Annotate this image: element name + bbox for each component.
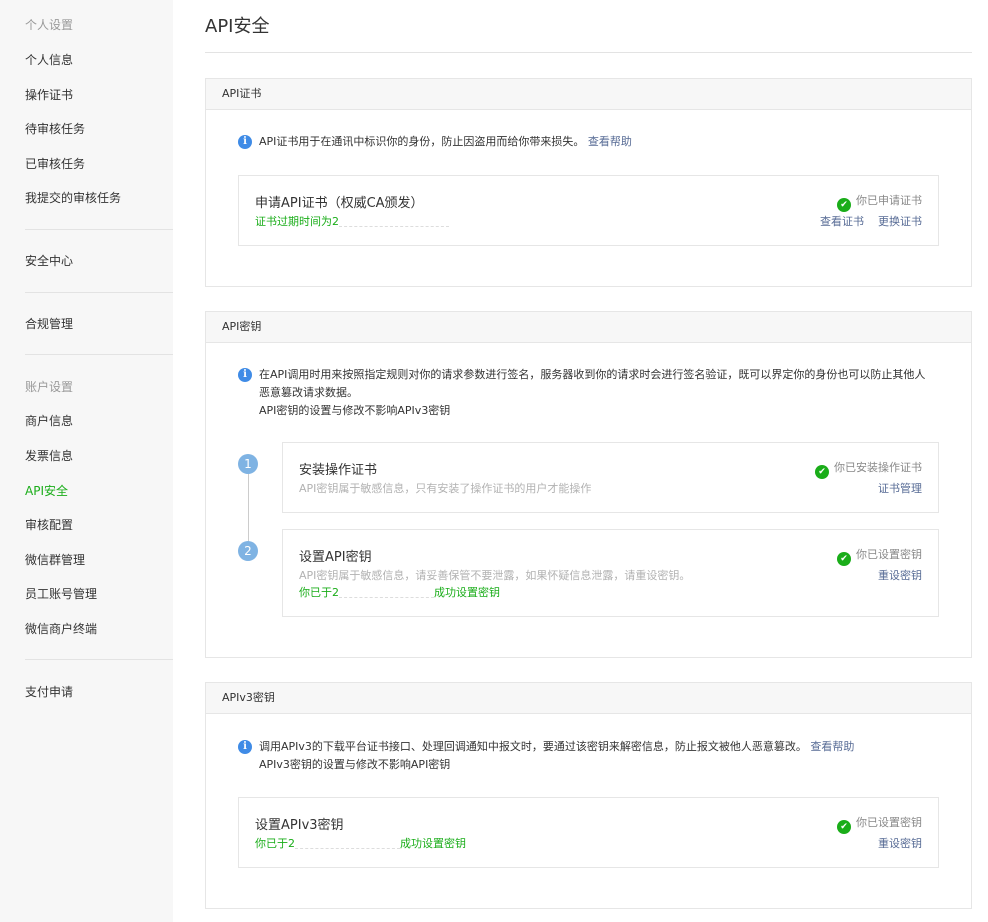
panel-title: APIv3密钥 (206, 683, 971, 714)
sidebar-item-review-config[interactable]: 审核配置 (25, 516, 73, 533)
v3-done-prefix: 你已于2 (255, 837, 295, 850)
sidebar-item-wechat-group[interactable]: 微信群管理 (25, 551, 85, 568)
cert-info: i API证书用于在通讯中标识你的身份，防止因盗用而给你带来损失。 查看帮助 (238, 133, 632, 151)
cert-links: 查看证书 更换证书 (806, 213, 922, 229)
sidebar-item-security-center[interactable]: 安全中心 (25, 252, 73, 269)
cert-card: 申请API证书（权威CA颁发） 证书过期时间为2 ✔ 你已申请证书 查看证书 更换证… (238, 175, 939, 246)
cert-info-text: API证书用于在通讯中标识你的身份，防止因盗用而给你带来损失。 (259, 135, 585, 148)
v3-reset-key-link[interactable]: 重设密钥 (878, 837, 922, 850)
step1-status: ✔ 你已安装操作证书 (815, 459, 922, 479)
panel-title: API密钥 (206, 312, 971, 343)
sidebar-item-compliance[interactable]: 合规管理 (25, 315, 73, 332)
step2-status-text: 你已设置密钥 (856, 548, 922, 561)
redacted-date (295, 840, 400, 849)
cert-expiry-text: 证书过期时间为2 (255, 215, 339, 228)
cert-card-title: 申请API证书（权威CA颁发） (255, 196, 424, 211)
v3-card: 设置APIv3密钥 你已于2 成功设置密钥 ✔ 你已设置密钥 重设密钥 (238, 797, 939, 868)
title-divider (205, 52, 972, 53)
step-number-1: 1 (238, 454, 258, 474)
cert-manage-link[interactable]: 证书管理 (878, 482, 922, 495)
step2-status: ✔ 你已设置密钥 (837, 546, 922, 566)
step2-links: 重设密钥 (864, 567, 922, 583)
step1-status-text: 你已安装操作证书 (834, 461, 922, 474)
v3-done-suffix: 成功设置密钥 (400, 837, 466, 850)
step-connector (248, 472, 249, 542)
step1-title: 安装操作证书 (299, 463, 378, 478)
check-circle-icon: ✔ (837, 198, 851, 212)
sidebar-item-pending-review[interactable]: 待审核任务 (25, 120, 85, 137)
cert-help-link[interactable]: 查看帮助 (588, 135, 632, 148)
step-number-2: 2 (238, 541, 258, 561)
v3-card-title: 设置APIv3密钥 (255, 818, 344, 833)
v3-done: 你已于2 成功设置密钥 (255, 835, 466, 851)
view-cert-link[interactable]: 查看证书 (820, 215, 864, 228)
redacted-date (339, 589, 434, 598)
v3-links: 重设密钥 (864, 835, 922, 851)
step2-card: 设置API密钥 API密钥属于敏感信息，请妥善保管不要泄露，如果怀疑信息泄露，请… (282, 529, 939, 617)
cert-status: ✔ 你已申请证书 (837, 192, 922, 212)
reset-key-link[interactable]: 重设密钥 (878, 569, 922, 582)
main-content: API安全 API证书 i API证书用于在通讯中标识你的身份，防止因盗用而给你… (173, 0, 988, 922)
key-info: i 在API调用时用来按照指定规则对你的请求参数进行签名，服务器收到你的请求时会… (238, 366, 958, 420)
apiv3-key-panel: APIv3密钥 i 调用APIv3的下载平台证书接口、处理回调通知中报文时，要通… (205, 682, 972, 909)
step1-card: 安装操作证书 API密钥属于敏感信息，只有安装了操作证书的用户才能操作 ✔ 你已安… (282, 442, 939, 513)
sidebar-item-payment-apply[interactable]: 支付申请 (25, 683, 73, 700)
step2-done-suffix: 成功设置密钥 (434, 586, 500, 599)
step2-desc: API密钥属于敏感信息，请妥善保管不要泄露，如果怀疑信息泄露，请重设密钥。 (299, 569, 691, 582)
step2-title: 设置API密钥 (299, 550, 372, 565)
v3-info-line2: APIv3密钥的设置与修改不影响API密钥 (259, 758, 451, 771)
sidebar-item-reviewed[interactable]: 已审核任务 (25, 155, 85, 172)
sidebar-section-account: 账户设置 (25, 380, 74, 394)
sidebar: 个人设置 个人信息 操作证书 待审核任务 已审核任务 我提交的审核任务 安全中心… (0, 0, 173, 922)
v3-info-line1: 调用APIv3的下载平台证书接口、处理回调通知中报文时，要通过该密钥来解密信息，… (259, 740, 807, 753)
replace-cert-link[interactable]: 更换证书 (878, 215, 922, 228)
sidebar-item-personal-info[interactable]: 个人信息 (25, 51, 73, 68)
key-info-line2: 恶意篡改请求数据。 (259, 386, 358, 399)
sidebar-item-invoice-info[interactable]: 发票信息 (25, 447, 73, 464)
sidebar-section-personal: 个人设置 (25, 18, 74, 32)
v3-status: ✔ 你已设置密钥 (837, 814, 922, 834)
step2-done: 你已于2 成功设置密钥 (299, 584, 500, 600)
info-icon: i (238, 368, 252, 382)
sidebar-item-my-submitted[interactable]: 我提交的审核任务 (25, 189, 121, 206)
sidebar-item-merchant-info[interactable]: 商户信息 (25, 412, 73, 429)
api-cert-panel: API证书 i API证书用于在通讯中标识你的身份，防止因盗用而给你带来损失。 … (205, 78, 972, 287)
cert-status-text: 你已申请证书 (856, 194, 922, 207)
check-circle-icon: ✔ (837, 552, 851, 566)
v3-status-text: 你已设置密钥 (856, 816, 922, 829)
sidebar-item-merchant-terminal[interactable]: 微信商户终端 (25, 620, 97, 637)
v3-info: i 调用APIv3的下载平台证书接口、处理回调通知中报文时，要通过该密钥来解密信… (238, 738, 958, 774)
cert-expiry: 证书过期时间为2 (255, 213, 449, 229)
info-icon: i (238, 135, 252, 149)
sidebar-divider (25, 354, 173, 355)
info-icon: i (238, 740, 252, 754)
key-info-line1: 在API调用时用来按照指定规则对你的请求参数进行签名，服务器收到你的请求时会进行… (259, 368, 926, 381)
check-circle-icon: ✔ (837, 820, 851, 834)
sidebar-divider (25, 292, 173, 293)
panel-title: API证书 (206, 79, 971, 110)
redacted-date (339, 218, 449, 227)
api-key-panel: API密钥 i 在API调用时用来按照指定规则对你的请求参数进行签名，服务器收到… (205, 311, 972, 658)
check-circle-icon: ✔ (815, 465, 829, 479)
step1-desc: API密钥属于敏感信息，只有安装了操作证书的用户才能操作 (299, 482, 592, 495)
step1-links: 证书管理 (864, 480, 922, 496)
sidebar-divider (25, 229, 173, 230)
sidebar-item-operation-cert[interactable]: 操作证书 (25, 86, 73, 103)
sidebar-item-api-security[interactable]: API安全 (25, 482, 68, 499)
step2-done-prefix: 你已于2 (299, 586, 339, 599)
sidebar-divider (25, 659, 173, 660)
page-title: API安全 (205, 16, 270, 37)
key-info-line3: API密钥的设置与修改不影响APIv3密钥 (259, 404, 451, 417)
sidebar-item-staff-account[interactable]: 员工账号管理 (25, 585, 97, 602)
v3-help-link[interactable]: 查看帮助 (810, 740, 854, 753)
